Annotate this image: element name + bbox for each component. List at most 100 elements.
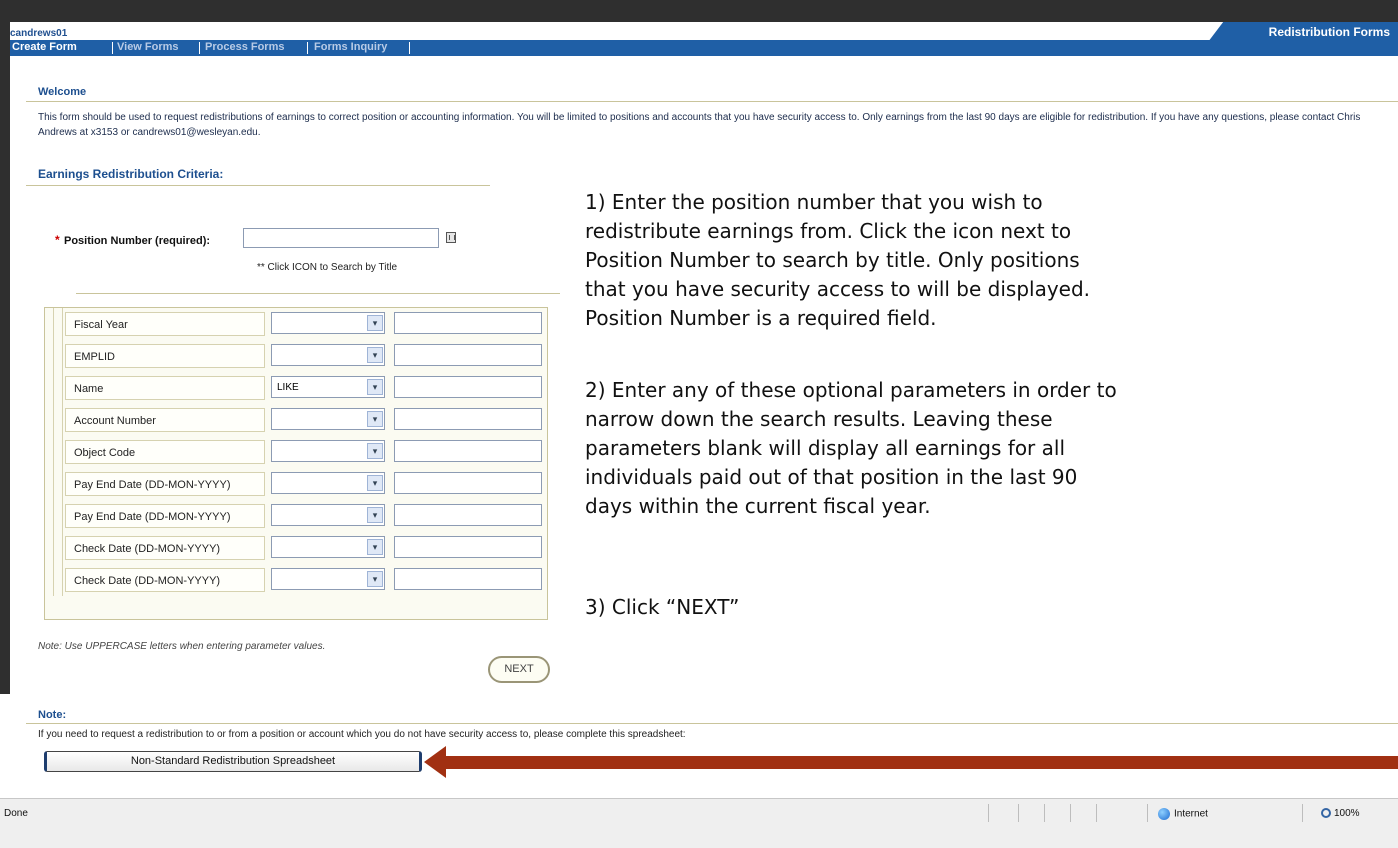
chevron-down-icon[interactable]: ▾ (367, 443, 383, 459)
criteria-value-input[interactable] (394, 312, 542, 334)
zone-label: Internet (1174, 808, 1208, 820)
chevron-down-icon[interactable]: ▾ (367, 347, 383, 363)
divider (26, 185, 490, 186)
position-number-label: Position Number (required): (64, 235, 211, 247)
operator-select[interactable]: ▾ (271, 568, 385, 590)
row-gutter (53, 308, 63, 340)
criteria-label: Name (65, 376, 265, 400)
criteria-value-input[interactable] (394, 568, 542, 590)
status-text: Done (4, 808, 28, 819)
app-title: Redistribution Forms (1208, 22, 1398, 42)
criteria-table: Fiscal Year ▾ EMPLID ▾ Name LIKE ▾ Accoun… (44, 307, 548, 620)
chevron-down-icon[interactable]: ▾ (367, 379, 383, 395)
chevron-down-icon[interactable]: ▾ (367, 539, 383, 555)
chevron-down-icon[interactable]: ▾ (367, 411, 383, 427)
criteria-row-fiscal-year: Fiscal Year ▾ (45, 308, 547, 340)
criteria-value-input[interactable] (394, 440, 542, 462)
welcome-heading: Welcome (38, 86, 87, 98)
row-gutter (53, 436, 63, 468)
globe-icon (1158, 808, 1170, 820)
operator-select[interactable]: ▾ (271, 472, 385, 494)
username: candrews01 (10, 28, 68, 39)
status-divider (1147, 804, 1148, 822)
criteria-value-input[interactable] (394, 504, 542, 526)
chevron-down-icon[interactable]: ▾ (367, 571, 383, 587)
criteria-row-name: Name LIKE ▾ (45, 372, 547, 404)
chevron-down-icon[interactable]: ▾ (367, 475, 383, 491)
position-search-icon[interactable] (446, 232, 456, 243)
row-gutter (53, 564, 63, 596)
uppercase-note: Note: Use UPPERCASE letters when enterin… (38, 641, 326, 652)
note-text: If you need to request a redistribution … (38, 729, 686, 740)
status-divider (1096, 804, 1097, 822)
criteria-value-input[interactable] (394, 472, 542, 494)
nav-separator (409, 42, 410, 54)
criteria-label: Check Date (DD-MON-YYYY) (65, 536, 265, 560)
criteria-row-pay-end-date-from: Pay End Date (DD-MON-YYYY) ▾ (45, 468, 547, 500)
nav-process-forms[interactable]: Process Forms (205, 41, 284, 53)
operator-select[interactable]: ▾ (271, 440, 385, 462)
window-frame-left (0, 22, 10, 694)
row-gutter (53, 340, 63, 372)
criteria-row-account-number: Account Number ▾ (45, 404, 547, 436)
row-gutter (53, 468, 63, 500)
instruction-step-1: 1) Enter the position number that you wi… (585, 190, 1091, 330)
browser-status-bar: Done Internet 100% (0, 798, 1398, 848)
criteria-label: EMPLID (65, 344, 265, 368)
status-divider (1302, 804, 1303, 822)
zoom-level: 100% (1334, 808, 1360, 819)
operator-select[interactable]: ▾ (271, 312, 385, 334)
required-marker: * (55, 233, 60, 247)
criteria-heading: Earnings Redistribution Criteria: (38, 167, 224, 181)
criteria-value-input[interactable] (394, 344, 542, 366)
instruction-step-3: 3) Click “NEXT” (585, 595, 740, 619)
chevron-down-icon[interactable]: ▾ (367, 315, 383, 331)
nav-forms-inquiry[interactable]: Forms Inquiry (314, 41, 387, 53)
instruction-step-2: 2) Enter any of these optional parameter… (585, 378, 1117, 518)
nav-separator (307, 42, 308, 54)
app-header: candrews01 Redistribution Forms Create F… (10, 22, 1398, 56)
criteria-value-input[interactable] (394, 408, 542, 430)
row-gutter (53, 532, 63, 564)
divider (26, 101, 1398, 102)
criteria-label: Check Date (DD-MON-YYYY) (65, 568, 265, 592)
nav-separator (112, 42, 113, 54)
row-gutter (53, 372, 63, 404)
criteria-label: Pay End Date (DD-MON-YYYY) (65, 504, 265, 528)
annotation-arrow-shaft (440, 756, 1398, 769)
zoom-control[interactable]: 100% (1321, 808, 1360, 819)
criteria-row-check-date-from: Check Date (DD-MON-YYYY) ▾ (45, 532, 547, 564)
status-divider (988, 804, 989, 822)
operator-select[interactable]: LIKE ▾ (271, 376, 385, 398)
divider (76, 293, 560, 294)
annotation-arrow-head (424, 746, 446, 778)
operator-value: LIKE (277, 382, 299, 393)
position-number-input[interactable] (243, 228, 439, 248)
criteria-value-input[interactable] (394, 376, 542, 398)
chevron-down-icon[interactable]: ▾ (367, 507, 383, 523)
criteria-label: Object Code (65, 440, 265, 464)
operator-select[interactable]: ▾ (271, 344, 385, 366)
operator-select[interactable]: ▾ (271, 504, 385, 526)
criteria-row-emplid: EMPLID ▾ (45, 340, 547, 372)
criteria-value-input[interactable] (394, 536, 542, 558)
status-divider (1044, 804, 1045, 822)
security-zone: Internet (1158, 808, 1208, 820)
row-gutter (53, 500, 63, 532)
welcome-text: This form should be used to request redi… (38, 112, 1361, 138)
nav-bar: Create Form View Forms Process Forms For… (10, 40, 1398, 56)
criteria-row-check-date-to: Check Date (DD-MON-YYYY) ▾ (45, 564, 547, 596)
note-heading: Note: (38, 709, 67, 721)
non-standard-spreadsheet-button[interactable]: Non-Standard Redistribution Spreadsheet (44, 751, 422, 772)
nav-separator (199, 42, 200, 54)
criteria-label: Fiscal Year (65, 312, 265, 336)
nav-create-form[interactable]: Create Form (12, 41, 77, 53)
next-button[interactable]: NEXT (488, 656, 550, 683)
operator-select[interactable]: ▾ (271, 408, 385, 430)
nav-view-forms[interactable]: View Forms (117, 41, 179, 53)
position-hint: ** Click ICON to Search by Title (257, 262, 398, 273)
status-divider (1018, 804, 1019, 822)
criteria-row-pay-end-date-to: Pay End Date (DD-MON-YYYY) ▾ (45, 500, 547, 532)
operator-select[interactable]: ▾ (271, 536, 385, 558)
window-frame-top (0, 0, 1398, 22)
